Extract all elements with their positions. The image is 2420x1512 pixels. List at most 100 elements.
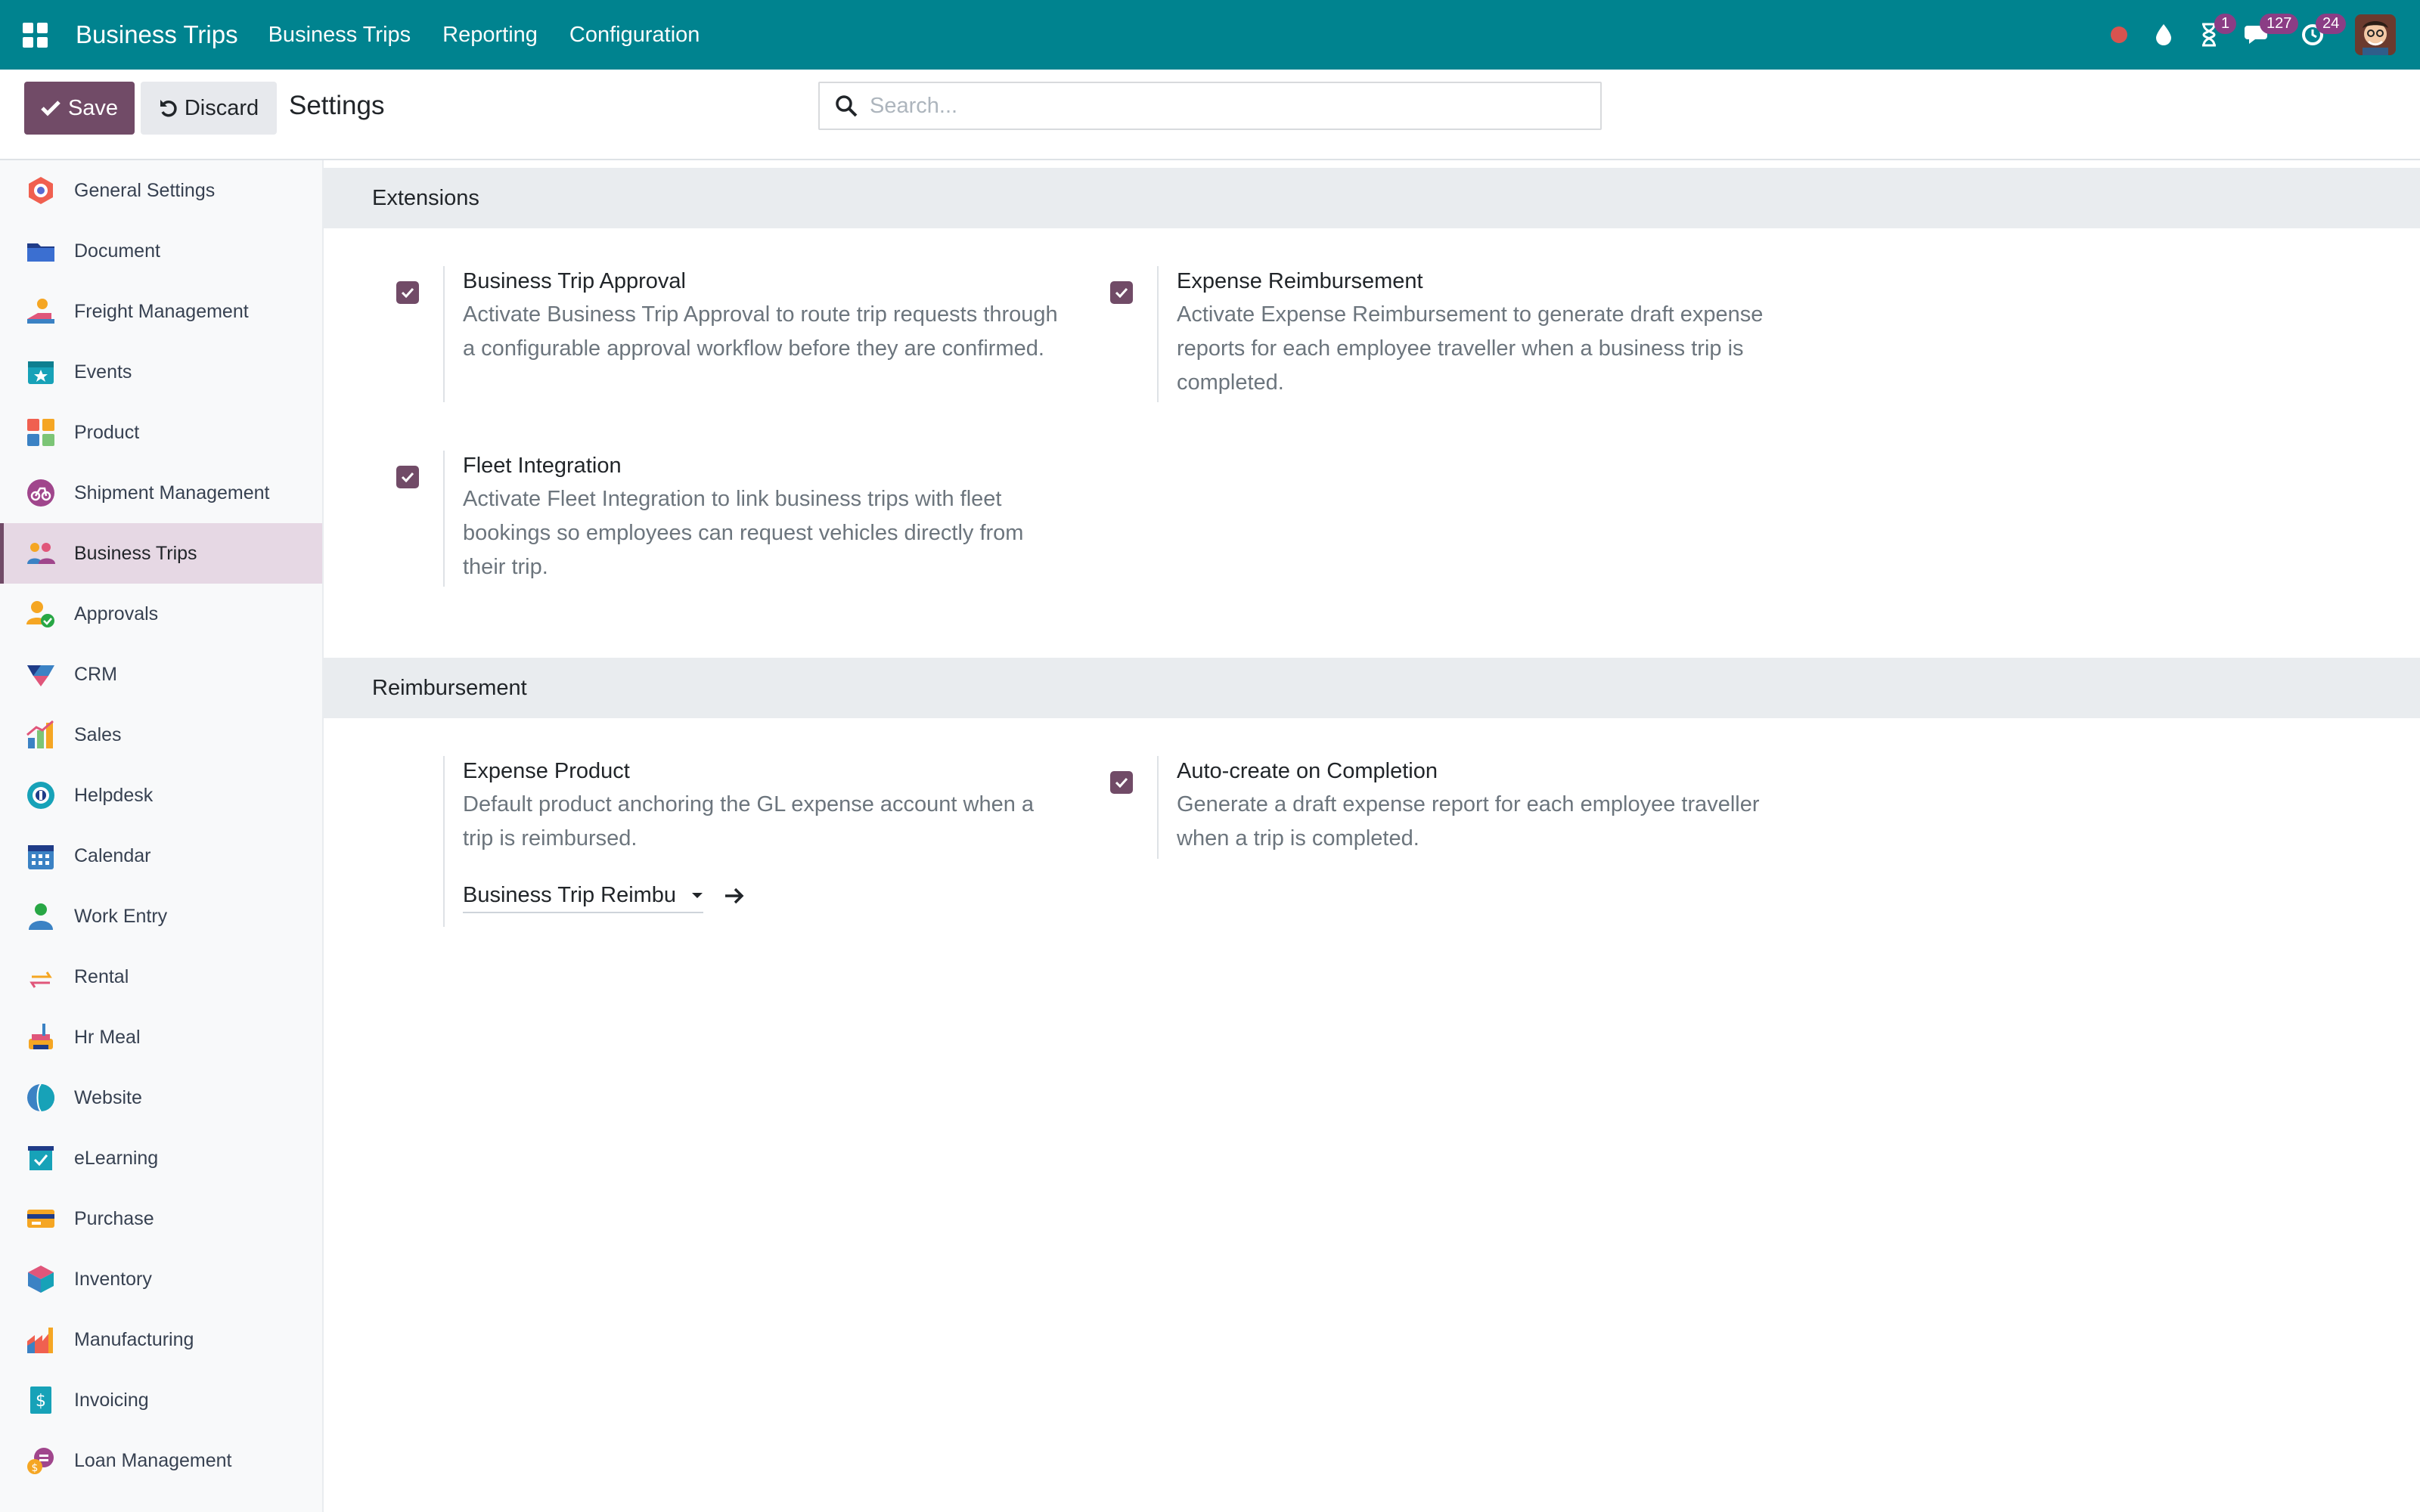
loan-icon: $ xyxy=(26,1445,56,1476)
user-avatar[interactable] xyxy=(2355,14,2396,55)
setting-description: Generate a draft expense report for each… xyxy=(1177,792,1760,850)
setting-title: Expense Product xyxy=(463,759,630,783)
calendar-icon xyxy=(26,841,56,871)
svg-text:$: $ xyxy=(32,1462,39,1474)
setting-business-trip-approval: Business Trip Approval Activate Business… xyxy=(396,266,1077,402)
sidebar-item-crm[interactable]: CRM xyxy=(0,644,322,705)
check-icon xyxy=(41,101,60,116)
sidebar-item-label: Calendar xyxy=(74,844,151,866)
sidebar-item-approvals[interactable]: Approvals xyxy=(0,584,322,644)
sidebar-item-freight-management[interactable]: Freight Management xyxy=(0,281,322,342)
systray: 1 127 24 xyxy=(2084,0,2396,70)
section-title: Reimbursement xyxy=(372,675,527,700)
section-title: Extensions xyxy=(372,185,479,210)
messages-menu[interactable]: 127 xyxy=(2245,0,2299,70)
setting-title: Business Trip Approval xyxy=(463,269,686,293)
theme-toggle[interactable] xyxy=(2154,0,2173,70)
sidebar-item-helpdesk[interactable]: Helpdesk xyxy=(0,765,322,826)
svg-text:$: $ xyxy=(36,1392,46,1411)
hr-meal-icon xyxy=(26,1022,56,1052)
sidebar-item-label: Inventory xyxy=(74,1268,152,1290)
activities-badge: 1 xyxy=(2214,14,2237,34)
sidebar-item-sales[interactable]: Sales xyxy=(0,705,322,765)
crm-icon xyxy=(26,659,56,689)
control-panel: Save Discard Settings xyxy=(0,70,2420,160)
apps-menu-button[interactable] xyxy=(0,0,70,70)
section-header-extensions: Extensions xyxy=(324,168,2420,228)
menu-configuration[interactable]: Configuration xyxy=(569,23,700,48)
page-title: Settings xyxy=(289,91,385,120)
inventory-icon xyxy=(26,1264,56,1294)
apps-grid-icon xyxy=(22,22,48,48)
sidebar-item-rental[interactable]: Rental xyxy=(0,947,322,1007)
sidebar-item-label: Loan Management xyxy=(74,1449,232,1471)
sidebar-item-label: Document xyxy=(74,240,160,262)
discard-label: Discard xyxy=(184,95,259,120)
freight-icon xyxy=(26,296,56,327)
events-icon xyxy=(26,357,56,387)
setting-title: Auto-create on Completion xyxy=(1177,759,1438,783)
search-bar[interactable] xyxy=(818,82,1602,130)
sidebar-item-calendar[interactable]: Calendar xyxy=(0,826,322,886)
sidebar-item-general-settings[interactable]: General Settings xyxy=(0,160,322,221)
sidebar-item-product[interactable]: Product xyxy=(0,402,322,463)
auto-create-checkbox[interactable] xyxy=(1110,771,1133,794)
sidebar-item-label: Rental xyxy=(74,965,129,987)
sidebar-item-document[interactable]: Document xyxy=(0,221,322,281)
setting-auto-create-on-completion: Auto-create on Completion Generate a dra… xyxy=(1110,756,1791,859)
approvals-icon xyxy=(26,599,56,629)
sidebar-item-hr-meal[interactable]: Hr Meal xyxy=(0,1007,322,1067)
sidebar-item-invoicing[interactable]: $ Invoicing xyxy=(0,1370,322,1430)
user-avatar-icon xyxy=(2355,14,2396,55)
sidebar-item-shipment-management[interactable]: Shipment Management xyxy=(0,463,322,523)
product-icon xyxy=(26,417,56,448)
sidebar-item-business-trips[interactable]: Business Trips xyxy=(0,523,322,584)
expense-product-select[interactable]: Business Trip Reimbu xyxy=(463,878,703,913)
sidebar-item-elearning[interactable]: eLearning xyxy=(0,1128,322,1188)
setting-title: Fleet Integration xyxy=(463,454,622,478)
sidebar-item-events[interactable]: Events xyxy=(0,342,322,402)
sidebar-item-label: Product xyxy=(74,421,140,443)
settings-sidebar: General Settings Document Freight Manage… xyxy=(0,160,324,1512)
setting-description: Activate Business Trip Approval to route… xyxy=(463,302,1058,361)
sidebar-item-label: Purchase xyxy=(74,1207,154,1229)
setting-fleet-integration: Fleet Integration Activate Fleet Integra… xyxy=(396,451,1077,587)
sidebar-item-website[interactable]: Website xyxy=(0,1067,322,1128)
updates-menu[interactable]: 24 xyxy=(2301,0,2347,70)
menu-reporting[interactable]: Reporting xyxy=(442,23,538,48)
manufacturing-icon xyxy=(26,1325,56,1355)
sidebar-item-purchase[interactable]: Purchase xyxy=(0,1188,322,1249)
sidebar-item-label: eLearning xyxy=(74,1147,159,1169)
discard-button[interactable]: Discard xyxy=(141,82,277,135)
checkmark-icon xyxy=(1115,777,1128,788)
app-title[interactable]: Business Trips xyxy=(76,20,238,49)
setting-divider xyxy=(443,266,445,402)
recording-indicator[interactable] xyxy=(2110,0,2128,70)
business-trip-approval-checkbox[interactable] xyxy=(396,281,419,304)
sidebar-item-label: Business Trips xyxy=(74,542,197,564)
setting-expense-product: Expense Product Default product anchorin… xyxy=(396,756,1077,927)
purchase-icon xyxy=(26,1204,56,1234)
save-button[interactable]: Save xyxy=(24,82,135,135)
top-navbar: Business Trips Business Trips Reporting … xyxy=(0,0,2420,70)
sidebar-item-loan-management[interactable]: $ Loan Management xyxy=(0,1430,322,1491)
setting-description: Activate Fleet Integration to link busin… xyxy=(463,487,1024,579)
setting-divider xyxy=(443,451,445,587)
helpdesk-icon xyxy=(26,780,56,810)
checkmark-icon xyxy=(401,472,414,482)
fleet-integration-checkbox[interactable] xyxy=(396,466,419,488)
sidebar-item-work-entry[interactable]: Work Entry xyxy=(0,886,322,947)
sidebar-item-label: Sales xyxy=(74,723,122,745)
caret-down-icon xyxy=(692,893,703,898)
search-input[interactable] xyxy=(870,93,1550,119)
activities-menu[interactable]: 1 xyxy=(2199,0,2237,70)
sidebar-item-inventory[interactable]: Inventory xyxy=(0,1249,322,1309)
messages-badge: 127 xyxy=(2260,14,2299,34)
menu-business-trips[interactable]: Business Trips xyxy=(268,23,411,48)
business-trips-icon xyxy=(26,538,56,569)
sidebar-item-label: Shipment Management xyxy=(74,482,270,503)
sidebar-item-manufacturing[interactable]: Manufacturing xyxy=(0,1309,322,1370)
open-product-button[interactable] xyxy=(721,883,747,909)
expense-reimbursement-checkbox[interactable] xyxy=(1110,281,1133,304)
work-entry-icon xyxy=(26,901,56,931)
